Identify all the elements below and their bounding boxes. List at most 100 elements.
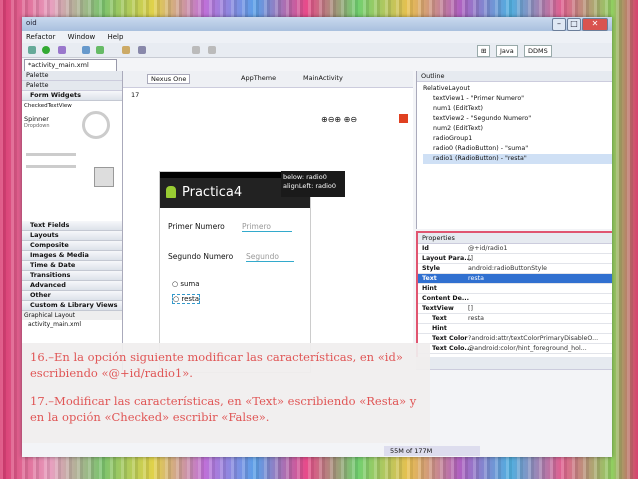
ddms-perspective[interactable]: DDMS [524,45,552,57]
outline-item[interactable]: radio0 (RadioButton) - "suma" [423,144,612,154]
tab-graphical-layout[interactable]: Graphical Layout [24,312,75,319]
tab-xml[interactable]: activity_main.xml [28,321,81,328]
tooltip-line1: below: radio0 [283,173,327,181]
input-primero[interactable]: Primero [242,222,292,232]
palette-cat-other[interactable]: Other [22,291,122,301]
outline-tree: RelativeLayout textView1 - "Primer Numer… [417,82,612,164]
palette-cat-text-fields[interactable]: Text Fields [22,221,122,231]
prop-row[interactable]: Content De... [418,294,612,304]
radio-suma-label: suma [180,280,200,288]
zoom-icons[interactable]: ⊕⊖⊕ ⊕⊖ [321,115,357,124]
instruction-overlay: 16.–En la opción siguiente modificar las… [22,343,430,443]
title-bar: oid – □ ✕ [22,17,612,31]
menu-bar: Refactor Window Help [22,31,612,43]
radio-suma[interactable]: ○ suma [172,280,200,288]
close-button[interactable]: ✕ [582,18,608,31]
label-primer-numero[interactable]: Primer Numero [168,222,225,231]
main-toolbar: ⊞ Java DDMS [22,43,612,58]
android-sdk-icon[interactable] [82,46,90,54]
android-icon [166,186,176,198]
widget-preview-area: CheckedTextView Spinner Dropdown [22,101,122,221]
forward-icon[interactable] [208,46,216,54]
java-perspective[interactable]: Java [496,45,518,57]
prop-value[interactable]: resta [468,274,603,283]
outline-item[interactable]: textView1 - "Primer Numero" [423,94,612,104]
prop-row[interactable]: TextView [] [418,304,612,314]
prop-row[interactable]: Layout Para...[] [418,254,612,264]
widget-spinner[interactable]: Spinner [24,115,49,123]
widget-checkedtextview[interactable]: CheckedTextView [24,103,72,109]
prop-row[interactable]: Style android:radioButtonStyle [418,264,612,274]
outline-item[interactable]: RelativeLayout [423,84,612,94]
prop-key: Text [422,275,437,282]
new-icon[interactable] [122,46,130,54]
seekbar-widget[interactable] [26,153,76,156]
prop-value[interactable]: resta [468,314,603,323]
prop-row[interactable]: Hint [418,324,612,334]
run-icon[interactable] [42,46,50,54]
outline-item[interactable]: num2 (EditText) [423,124,612,134]
prop-row[interactable]: Text resta [418,314,612,324]
properties-title[interactable]: Properties [418,233,612,244]
menu-window[interactable]: Window [68,33,96,41]
palette-cat-layouts[interactable]: Layouts [22,231,122,241]
menu-refactor[interactable]: Refactor [26,33,55,41]
progress-circle-icon[interactable] [82,111,110,139]
palette-cat-advanced[interactable]: Advanced [22,281,122,291]
prop-row[interactable]: Text Color ?android:attr/textColorPrimary… [418,334,612,344]
tooltip-line2: alignLeft: radio0 [283,182,337,190]
prop-value[interactable]: @+id/radio1 [468,244,603,253]
palette-cat-images-media[interactable]: Images & Media [22,251,122,261]
prop-row-selected[interactable]: Text resta [418,274,612,284]
heap-status[interactable]: 55M of 177M [384,446,480,456]
zoom-toolbar: ⊕⊖⊕ ⊕⊖ [123,113,413,127]
error-icon[interactable] [399,114,408,123]
activity-select[interactable]: MainActivity [303,74,343,82]
outline-panel: Outline RelativeLayout textView1 - "Prim… [416,71,612,229]
prop-key: Text [432,315,447,322]
prop-value[interactable]: @android:color/hint_foreground_hol... [468,344,603,353]
theme-select[interactable]: AppTheme [241,74,276,82]
quickcontact-icon[interactable] [94,167,114,187]
tool-icon[interactable] [58,46,66,54]
prop-value[interactable]: ?android:attr/textColorPrimaryDisableO..… [468,334,603,343]
alignment-tooltip: below: radio0 alignLeft: radio0 [281,171,345,197]
prop-row[interactable]: Id @+id/radio1 [418,244,612,254]
prop-row[interactable]: Hint [418,284,612,294]
menu-help[interactable]: Help [107,33,123,41]
editor-tab[interactable]: *activity_main.xml [24,59,117,71]
palette-cat-time-date[interactable]: Time & Date [22,261,122,271]
outline-item[interactable]: num1 (EditText) [423,104,612,114]
label-segundo-numero[interactable]: Segundo Numero [168,252,233,261]
avd-icon[interactable] [96,46,104,54]
open-icon[interactable] [138,46,146,54]
prop-key: Hint [422,285,437,292]
api-level-select[interactable]: 17 [131,91,139,99]
outline-item-selected[interactable]: radio1 (RadioButton) - "resta" [423,154,612,164]
prop-row[interactable]: Text Colo... @android:color/hint_foregrou… [418,344,612,354]
palette-group-form-widgets[interactable]: Form Widgets [22,91,122,101]
palette-dropdown[interactable]: Palette [22,81,122,91]
input-segundo[interactable]: Segundo [246,252,294,262]
minimize-button[interactable]: – [552,18,566,31]
open-perspective-button[interactable]: ⊞ [477,45,491,57]
outline-item[interactable]: radioGroup1 [423,134,612,144]
back-icon[interactable] [192,46,200,54]
seekbar-widget-2[interactable] [26,165,76,168]
app-title: Practica4 [182,185,243,200]
outline-item[interactable]: textView2 - "Segundo Numero" [423,114,612,124]
instruction-16: 16.–En la opción siguiente modificar las… [30,350,403,380]
palette-cat-custom[interactable]: Custom & Library Views [22,301,122,311]
prop-value[interactable]: [] [468,304,603,313]
maximize-button[interactable]: □ [567,18,581,31]
device-select[interactable]: Nexus One [147,74,191,84]
palette-cat-transitions[interactable]: Transitions [22,271,122,281]
radio-resta[interactable]: ○ resta [172,294,201,304]
prop-value[interactable]: [] [468,254,603,263]
prop-value[interactable]: android:radioButtonStyle [468,264,603,273]
outline-title[interactable]: Outline [417,71,612,82]
canvas-toolbar: Nexus One AppTheme MainActivity [123,71,413,88]
properties-panel: Properties Id @+id/radio1 Layout Para...[… [416,231,612,359]
palette-cat-composite[interactable]: Composite [22,241,122,251]
bug-icon[interactable] [28,46,36,54]
